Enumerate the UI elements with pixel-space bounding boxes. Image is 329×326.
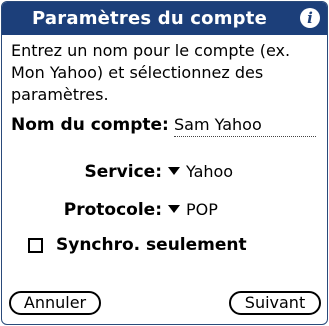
- account-name-field[interactable]: [174, 114, 316, 137]
- protocol-value: POP: [186, 200, 218, 219]
- service-dropdown[interactable]: Yahoo: [168, 160, 233, 184]
- protocol-dropdown[interactable]: POP: [168, 198, 218, 222]
- dialog-title: Paramètres du compte: [32, 8, 267, 29]
- service-label: Service:: [84, 162, 162, 182]
- dropdown-arrow-icon: [168, 205, 180, 213]
- protocol-row: Protocole:: [2, 198, 162, 222]
- account-settings-dialog: Paramètres du compte i Entrez un nom pou…: [1, 1, 328, 325]
- cancel-button[interactable]: Annuler: [9, 291, 101, 315]
- account-name-label: Nom du compte:: [11, 115, 169, 135]
- service-value: Yahoo: [186, 162, 234, 181]
- instructions-text: Entrez un nom pour le compte (ex. Mon Ya…: [11, 41, 291, 104]
- service-row: Service:: [2, 160, 162, 184]
- info-icon[interactable]: i: [300, 8, 320, 28]
- account-name-row: Nom du compte:: [11, 114, 321, 138]
- sync-only-label: Synchro. seulement: [56, 235, 247, 255]
- protocol-label: Protocole:: [63, 200, 162, 220]
- next-button[interactable]: Suivant: [229, 291, 321, 315]
- title-bar: Paramètres du compte i: [2, 2, 327, 35]
- dropdown-arrow-icon: [168, 167, 180, 175]
- sync-only-checkbox[interactable]: [28, 238, 43, 253]
